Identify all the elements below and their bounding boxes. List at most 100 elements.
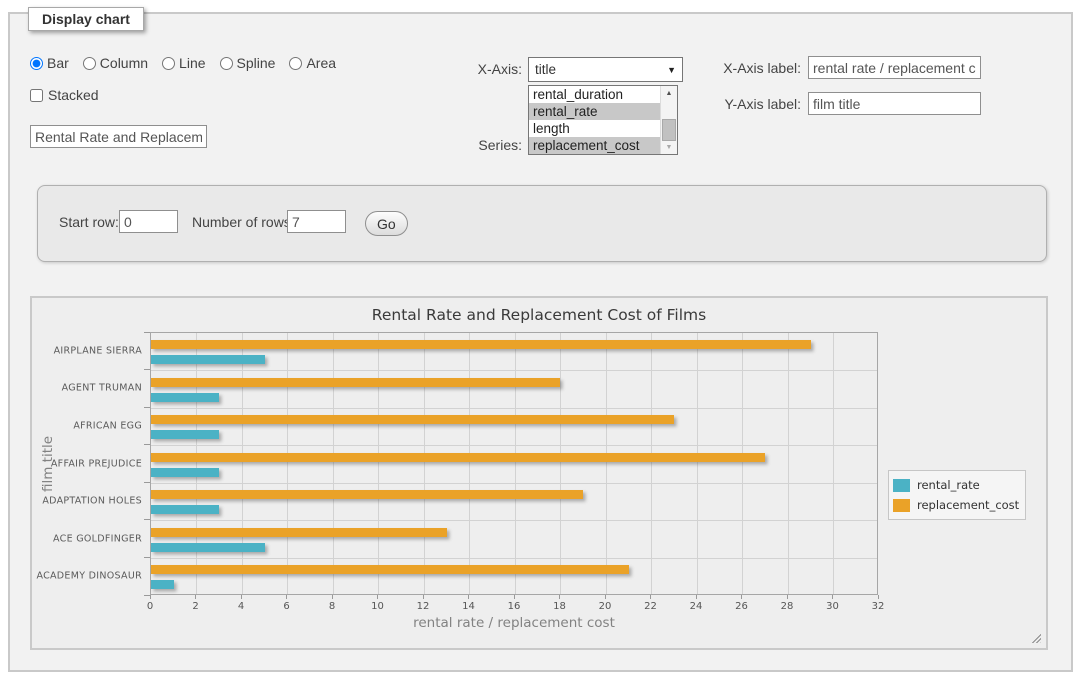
radio-spline-label: Spline <box>237 55 276 71</box>
chart-resize-handle[interactable] <box>1030 632 1041 643</box>
series-option-length[interactable]: length <box>529 120 660 137</box>
radio-area[interactable] <box>289 57 302 70</box>
radio-option-area[interactable]: Area <box>289 55 336 71</box>
gridline <box>424 333 425 594</box>
bar-rental_rate <box>151 505 219 514</box>
stacked-checkbox[interactable] <box>30 89 43 102</box>
x-tick-label: 22 <box>644 601 657 612</box>
x-tick-label: 4 <box>238 601 244 612</box>
y-tick-mark <box>144 332 150 333</box>
series-option-replacement-cost[interactable]: replacement_cost <box>529 137 660 154</box>
start-row-input[interactable] <box>119 210 178 233</box>
gridline <box>151 370 877 371</box>
scroll-down-icon[interactable]: ▼ <box>661 140 677 154</box>
scrollbar-thumb[interactable] <box>662 119 676 141</box>
number-of-rows-label: Number of rows: <box>192 214 295 230</box>
legend-label-replacement-cost: replacement_cost <box>917 498 1019 512</box>
category-label: ACADEMY DINOSAUR <box>32 571 142 582</box>
x-tick-mark <box>650 595 651 599</box>
series-select-label: Series: <box>430 137 522 153</box>
x-tick-label: 10 <box>371 601 384 612</box>
go-button[interactable]: Go <box>365 211 408 236</box>
category-label: AFFAIR PREJUDICE <box>32 458 142 469</box>
x-tick-mark <box>195 595 196 599</box>
gridline <box>242 333 243 594</box>
x-tick-mark <box>787 595 788 599</box>
bar-rental_rate <box>151 468 219 477</box>
gridline <box>151 558 877 559</box>
bar-replacement_cost <box>151 528 447 537</box>
series-listbox: rental_duration rental_rate length repla… <box>528 85 678 155</box>
listbox-scrollbar[interactable]: ▲ ▼ <box>660 86 677 154</box>
stacked-label: Stacked <box>48 87 99 103</box>
gridline <box>651 333 652 594</box>
radio-line[interactable] <box>162 57 175 70</box>
legend-label-rental-rate: rental_rate <box>917 478 980 492</box>
x-tick-mark <box>832 595 833 599</box>
series-option-rental-duration[interactable]: rental_duration <box>529 86 660 103</box>
x-tick-label: 20 <box>599 601 612 612</box>
stacked-option[interactable]: Stacked <box>30 87 99 103</box>
x-axis-select[interactable]: title ▼ <box>528 57 683 82</box>
chart-title-input[interactable] <box>30 125 207 148</box>
page: { "panel": { "legend_title": "Display ch… <box>0 0 1081 681</box>
x-tick-label: 6 <box>283 601 289 612</box>
chart-type-radio-group: Bar Column Line Spline Area <box>30 55 336 71</box>
radio-spline[interactable] <box>220 57 233 70</box>
x-tick-label: 30 <box>826 601 839 612</box>
x-axis-select-label: X-Axis: <box>430 61 522 77</box>
x-tick-mark <box>696 595 697 599</box>
bar-replacement_cost <box>151 453 765 462</box>
legend-item-rental-rate: rental_rate <box>893 475 1019 495</box>
category-label: ACE GOLDFINGER <box>32 533 142 544</box>
chart-title: Rental Rate and Replacement Cost of Film… <box>32 306 1046 324</box>
gridline <box>515 333 516 594</box>
gridline <box>378 333 379 594</box>
gridline <box>151 445 877 446</box>
series-options: rental_duration rental_rate length repla… <box>529 86 660 154</box>
radio-option-spline[interactable]: Spline <box>220 55 276 71</box>
x-axis-label-field-label: X-Axis label: <box>706 60 801 76</box>
scroll-up-icon[interactable]: ▲ <box>661 86 677 100</box>
gridline <box>287 333 288 594</box>
gridline <box>560 333 561 594</box>
x-tick-mark <box>286 595 287 599</box>
x-tick-mark <box>241 595 242 599</box>
bar-replacement_cost <box>151 340 811 349</box>
x-tick-mark <box>605 595 606 599</box>
number-of-rows-input[interactable] <box>287 210 346 233</box>
radio-option-bar[interactable]: Bar <box>30 55 69 71</box>
radio-option-column[interactable]: Column <box>83 55 148 71</box>
x-tick-label: 14 <box>462 601 475 612</box>
radio-bar[interactable] <box>30 57 43 70</box>
chart-container: Rental Rate and Replacement Cost of Film… <box>30 296 1048 650</box>
radio-option-line[interactable]: Line <box>162 55 205 71</box>
bar-rental_rate <box>151 430 219 439</box>
legend-item-replacement-cost: replacement_cost <box>893 495 1019 515</box>
x-tick-mark <box>878 595 879 599</box>
category-label: ADAPTATION HOLES <box>32 496 142 507</box>
radio-bar-label: Bar <box>47 55 69 71</box>
x-tick-label: 26 <box>735 601 748 612</box>
x-tick-label: 2 <box>192 601 198 612</box>
panel-title: Display chart <box>28 7 144 31</box>
radio-column-label: Column <box>100 55 148 71</box>
category-label: AGENT TRUMAN <box>32 383 142 394</box>
category-label: AFRICAN EGG <box>32 420 142 431</box>
x-axis-title: rental rate / replacement cost <box>150 615 878 631</box>
series-option-rental-rate[interactable]: rental_rate <box>529 103 660 120</box>
bar-rental_rate <box>151 580 174 589</box>
gridline <box>151 520 877 521</box>
x-tick-label: 32 <box>872 601 885 612</box>
y-axis-label-field-label: Y-Axis label: <box>706 96 801 112</box>
y-axis-label-input[interactable] <box>808 92 981 115</box>
x-axis-label-input[interactable] <box>808 56 981 79</box>
x-tick-label: 24 <box>690 601 703 612</box>
x-tick-label: 28 <box>781 601 794 612</box>
row-controls-box <box>37 185 1047 262</box>
bar-rental_rate <box>151 355 265 364</box>
bar-replacement_cost <box>151 490 583 499</box>
radio-line-label: Line <box>179 55 205 71</box>
category-label: AIRPLANE SIERRA <box>32 345 142 356</box>
radio-column[interactable] <box>83 57 96 70</box>
